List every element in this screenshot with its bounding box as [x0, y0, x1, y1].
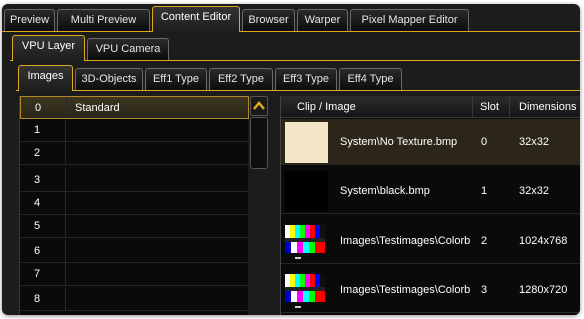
tab-eff2-type[interactable]: Eff2 Type — [209, 68, 273, 90]
list-item[interactable]: 7 — [20, 263, 249, 286]
list-item[interactable]: 6 — [20, 240, 249, 263]
dimensions-value: 1024x768 — [519, 235, 568, 247]
clip-name: Images\Testimages\Colorbar — [340, 235, 470, 247]
list-item[interactable]: 8 — [20, 288, 249, 311]
table-row[interactable]: System\No Texture.bmp 0 32x32 — [281, 119, 580, 165]
tab-pixel-mapper-editor[interactable]: Pixel Mapper Editor — [350, 9, 469, 31]
table-row[interactable]: Images\Testimages\Colorbar 3 1280x720 — [281, 267, 580, 313]
list-item-number: 6 — [20, 240, 66, 262]
tab-label: Content Editor — [160, 11, 232, 23]
colorbar-thumbnail — [285, 221, 328, 262]
dimensions-value: 32x32 — [519, 136, 549, 148]
dimensions-value: 1280x720 — [519, 284, 568, 296]
tab-content-editor[interactable]: Content Editor — [152, 6, 240, 32]
list-item-number: 4 — [20, 192, 66, 214]
layer-tabbar-underline — [10, 60, 580, 61]
list-item[interactable]: 3 — [20, 169, 249, 192]
list-item-number: 3 — [20, 169, 66, 191]
tab-warper[interactable]: Warper — [297, 9, 348, 31]
type-tabbar-underline — [16, 90, 580, 91]
tab-label: 3D-Objects — [81, 73, 137, 85]
slot-value: 0 — [481, 136, 488, 148]
list-item-number: 8 — [20, 288, 66, 310]
tab-label: Preview — [9, 14, 50, 26]
slot-value: 1 — [481, 185, 488, 197]
tab-label: VPU Layer — [21, 40, 76, 52]
dimensions-value: 32x32 — [519, 185, 549, 197]
clip-table: Clip / Image Slot Dimensions System\No T… — [280, 96, 580, 315]
list-item-number: 1 — [20, 119, 66, 141]
table-row[interactable]: Images\Testimages\Colorbar 2 1024x768 — [281, 218, 580, 264]
list-item[interactable]: 5 — [20, 215, 249, 238]
tab-label: Browser — [248, 14, 289, 26]
tab-label: Warper — [304, 14, 341, 26]
chevron-up-icon — [253, 101, 265, 110]
image-list: 0 Standard 1 2 3 4 5 6 7 8 — [19, 96, 249, 315]
tab-label: Pixel Mapper Editor — [361, 14, 458, 26]
list-item-number: 5 — [20, 215, 66, 237]
no-texture-thumbnail — [285, 122, 328, 163]
tab-images[interactable]: Images — [18, 65, 73, 91]
tab-label: VPU Camera — [95, 43, 161, 55]
list-item-number: 2 — [20, 142, 66, 164]
tab-3d-objects[interactable]: 3D-Objects — [75, 68, 143, 90]
tab-eff3-type[interactable]: Eff3 Type — [275, 68, 337, 90]
tab-vpu-layer[interactable]: VPU Layer — [12, 35, 85, 61]
tab-label: Eff2 Type — [217, 73, 265, 85]
tab-browser[interactable]: Browser — [242, 9, 295, 31]
table-row[interactable]: System\black.bmp 1 32x32 — [281, 168, 580, 214]
top-tabbar-underline — [2, 31, 580, 32]
black-thumbnail — [285, 171, 328, 212]
tab-eff1-type[interactable]: Eff1 Type — [145, 68, 207, 90]
scroll-up-button[interactable] — [250, 96, 268, 116]
tab-label: Eff3 Type — [282, 73, 330, 85]
list-item[interactable]: 1 — [20, 119, 249, 142]
list-item[interactable]: 4 — [20, 192, 249, 215]
list-item-name: Standard — [75, 102, 120, 114]
list-item-number: 0 — [21, 97, 67, 118]
list-scrollbar[interactable] — [250, 117, 268, 169]
slot-value: 2 — [481, 235, 488, 247]
column-header-dimensions[interactable]: Dimensions — [510, 96, 580, 118]
tab-label: Eff1 Type — [152, 73, 200, 85]
content-editor-window: Preview Multi Preview Content Editor Bro… — [2, 4, 580, 315]
tab-vpu-camera[interactable]: VPU Camera — [87, 38, 169, 60]
list-item[interactable]: 2 — [20, 142, 249, 165]
slot-value: 3 — [481, 284, 488, 296]
clip-name: System\black.bmp — [340, 185, 430, 197]
list-item[interactable]: 0 Standard — [20, 96, 249, 119]
clip-name: System\No Texture.bmp — [340, 136, 458, 148]
tab-multi-preview[interactable]: Multi Preview — [57, 9, 150, 31]
list-item-number: 7 — [20, 263, 66, 285]
clip-name: Images\Testimages\Colorbar — [340, 284, 470, 296]
tab-eff4-type[interactable]: Eff4 Type — [339, 68, 402, 90]
column-header-clip[interactable]: Clip / Image — [281, 96, 473, 118]
tab-label: Eff4 Type — [347, 73, 394, 85]
tab-preview[interactable]: Preview — [4, 9, 55, 31]
colorbar-thumbnail — [285, 270, 328, 311]
tab-label: Images — [27, 70, 64, 82]
tab-label: Multi Preview — [70, 14, 137, 26]
column-header-slot[interactable]: Slot — [473, 96, 510, 118]
